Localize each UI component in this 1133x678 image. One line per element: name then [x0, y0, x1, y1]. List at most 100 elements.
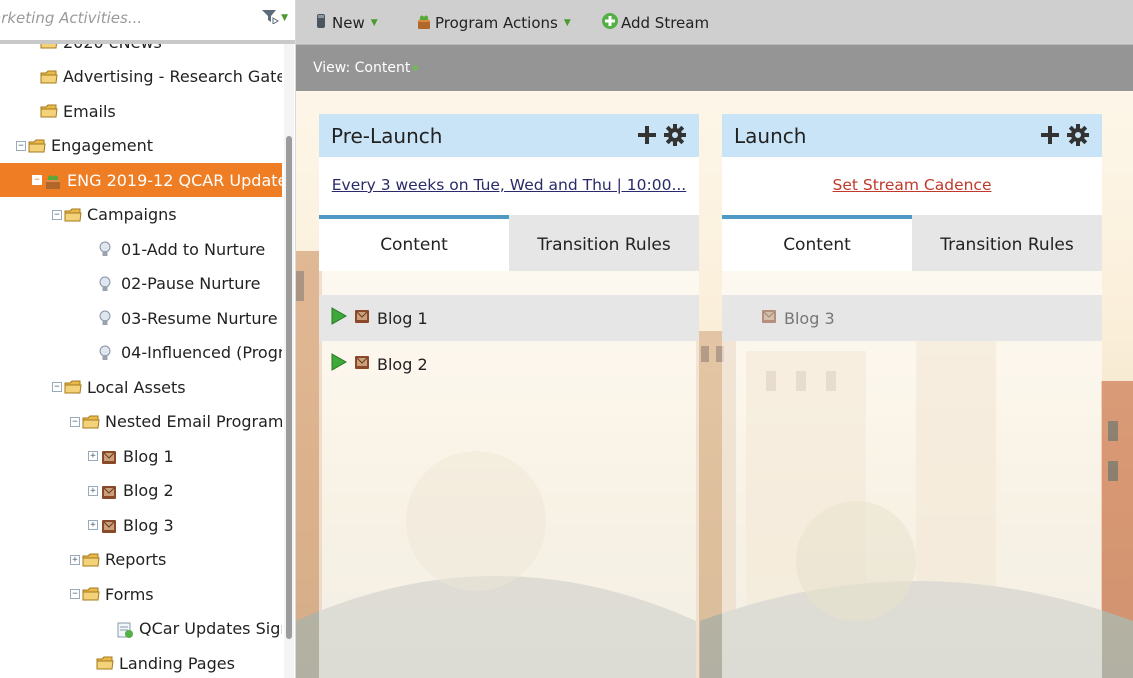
tree-item-label: Blog 3: [123, 515, 174, 535]
tree-item[interactable]: 2020 eNews: [0, 44, 282, 59]
add-stream-button[interactable]: Add Stream: [601, 12, 709, 34]
collapse-icon[interactable]: −: [70, 416, 80, 427]
tree-item[interactable]: − Forms: [0, 577, 282, 611]
expand-icon[interactable]: +: [88, 520, 98, 530]
collapse-icon[interactable]: −: [32, 175, 42, 185]
folder-icon: [40, 44, 58, 50]
tree-item-label: 01-Add to Nurture: [121, 239, 266, 259]
stream-header: Pre-Launch: [319, 114, 699, 157]
tree-item[interactable]: − Local Assets: [0, 370, 282, 404]
tree-item[interactable]: Emails: [0, 94, 282, 128]
tree-item-label: Local Assets: [87, 377, 186, 397]
lightbulb-icon: [98, 276, 116, 292]
collapse-icon[interactable]: −: [52, 382, 62, 392]
chevron-down-icon[interactable]: ▼: [281, 13, 288, 23]
tree-item[interactable]: − Campaigns: [0, 198, 282, 232]
tree-item[interactable]: + Blog 1: [0, 439, 282, 473]
tree-item[interactable]: QCar Updates Sign-u: [0, 612, 282, 646]
tree-item-label: Reports: [105, 550, 167, 569]
add-stream-label: Add Stream: [621, 14, 710, 32]
expand-icon[interactable]: +: [88, 451, 98, 461]
tree-item[interactable]: 01-Add to Nurture: [0, 232, 282, 266]
tree-item[interactable]: 03-Resume Nurture: [0, 301, 282, 335]
stream-content-item[interactable]: Blog 1: [319, 295, 699, 341]
gear-icon[interactable]: [663, 123, 687, 151]
stream-cadence-link[interactable]: Every 3 weeks on Tue, Wed and Thu | 10:0…: [319, 176, 699, 194]
tree-item-label: Forms: [105, 584, 154, 604]
tree-item-label: QCar Updates Sign-u: [139, 619, 282, 638]
program-actions-label: Program Actions: [435, 14, 558, 32]
lightbulb-icon: [98, 241, 116, 257]
tree-item[interactable]: + Blog 3: [0, 508, 282, 542]
folder-icon: [64, 207, 82, 223]
gear-icon[interactable]: [1066, 123, 1090, 151]
program-actions-button[interactable]: Program Actions ▼: [415, 12, 571, 34]
tree-item-selected[interactable]: − ENG 2019-12 QCAR Updates: [0, 163, 282, 197]
set-stream-cadence-link[interactable]: Set Stream Cadence: [722, 176, 1102, 194]
stream-content-item[interactable]: Blog 3: [722, 295, 1102, 341]
stream-content-label: Blog 1: [377, 308, 428, 328]
tree-item-label: Campaigns: [87, 205, 177, 224]
view-selector[interactable]: View: Content ▼: [313, 60, 418, 76]
add-icon[interactable]: [1040, 125, 1060, 149]
tree-item[interactable]: − Engagement: [0, 129, 282, 163]
tree-item[interactable]: 02-Pause Nurture: [0, 267, 282, 301]
folder-icon: [96, 655, 114, 671]
play-icon[interactable]: [331, 353, 348, 375]
tree-item[interactable]: + Reports: [0, 543, 282, 577]
new-button[interactable]: New ▼: [316, 12, 378, 34]
tree-item-label: Advertising - Research Gate: [63, 67, 282, 86]
chevron-down-icon: ▼: [370, 18, 378, 28]
lightbulb-icon: [98, 310, 116, 326]
view-label: View: Content: [313, 60, 411, 76]
search-input[interactable]: [0, 7, 242, 29]
tree-item[interactable]: − Nested Email Programs: [0, 405, 282, 439]
filter-icon[interactable]: [261, 8, 280, 28]
folder-icon: [40, 103, 58, 119]
tree-item-label: 04-Influenced (Program: [121, 343, 282, 362]
folder-icon: [82, 414, 100, 430]
stream-title: Pre-Launch: [331, 124, 443, 148]
play-icon[interactable]: [331, 307, 348, 329]
search-tools[interactable]: ▼: [261, 8, 288, 28]
collapse-icon[interactable]: −: [70, 589, 80, 599]
expand-icon[interactable]: +: [88, 485, 98, 496]
add-icon[interactable]: [637, 125, 657, 149]
tab-transition-rules[interactable]: Transition Rules: [912, 215, 1102, 271]
tree-item-label: 03-Resume Nurture: [121, 308, 278, 328]
tree-item-label: 02-Pause Nurture: [121, 274, 261, 293]
expand-icon[interactable]: +: [70, 554, 80, 565]
stream-header: Launch: [722, 114, 1102, 157]
sidebar: ▼ 2020 eNews Advertising - Research Gate E…: [0, 0, 296, 678]
stream-content-item[interactable]: Blog 2: [319, 341, 699, 387]
toolbar: New ▼ Program Actions ▼ Add Stream: [296, 0, 1133, 45]
email-program-icon: [100, 517, 118, 533]
folder-icon: [28, 138, 46, 154]
tree-item[interactable]: Landing Pages: [0, 646, 282, 678]
stream-content-label: Blog 3: [784, 308, 835, 328]
folder-icon: [40, 69, 58, 85]
stream-title: Launch: [734, 124, 807, 148]
email-program-icon: [100, 483, 118, 499]
tree-item[interactable]: Advertising - Research Gate: [0, 60, 282, 94]
tab-content[interactable]: Content: [722, 215, 912, 271]
folder-icon: [64, 379, 82, 395]
activity-tree: 2020 eNews Advertising - Research Gate Ema…: [0, 44, 282, 678]
tab-content[interactable]: Content: [319, 215, 509, 271]
email-program-icon: [353, 307, 371, 329]
add-circle-icon: [601, 12, 619, 34]
form-icon: [116, 621, 134, 638]
stream-actions: [1040, 123, 1090, 151]
collapse-icon[interactable]: −: [52, 209, 62, 220]
tree-item[interactable]: + Blog 2: [0, 474, 282, 508]
folder-icon: [82, 552, 100, 568]
collapse-icon[interactable]: −: [16, 140, 26, 151]
tree-item-label: Engagement: [51, 136, 154, 155]
tab-transition-rules[interactable]: Transition Rules: [509, 215, 699, 271]
new-icon: [316, 13, 326, 33]
folder-icon: [82, 586, 100, 602]
cadence-area: Every 3 weeks on Tue, Wed and Thu | 10:0…: [319, 157, 699, 215]
tree-item[interactable]: 04-Influenced (Program: [0, 336, 282, 370]
tree-item-label: Emails: [63, 101, 116, 121]
tree-scrollbar-thumb[interactable]: [286, 136, 292, 639]
